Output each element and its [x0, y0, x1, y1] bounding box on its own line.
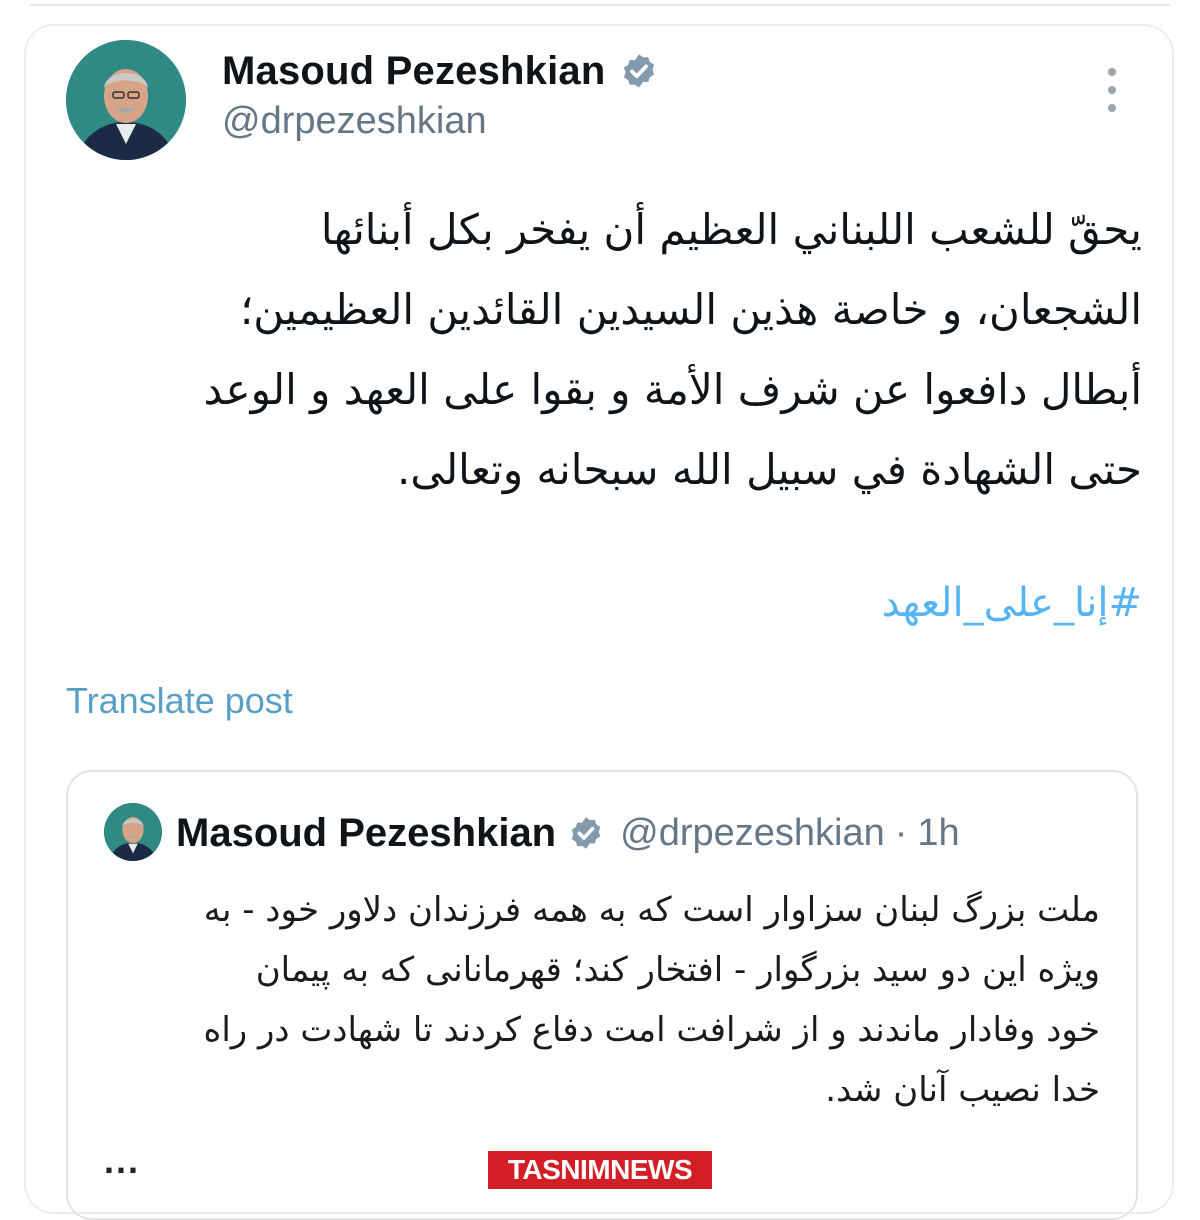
post-line: الشجعان، و خاصة هذين السيدين القائدين ال… — [239, 285, 1142, 334]
top-divider — [30, 4, 1170, 6]
hashtag-link[interactable]: #إنا_على_العهد — [600, 580, 1142, 626]
verified-badge-icon — [568, 815, 604, 851]
avatar-image — [66, 40, 186, 160]
post-line: حتى الشهادة في سبيل الله سبحانه وتعالى. — [396, 445, 1142, 494]
avatar-image — [104, 803, 162, 861]
quoted-line: ملت بزرگ لبنان سزاوار است که به همه فرزن… — [203, 890, 1100, 930]
translate-post-link[interactable]: Translate post — [66, 680, 293, 722]
author-handle[interactable]: @drpezeshkian — [222, 100, 487, 143]
author-row: Masoud Pezeshkian — [222, 44, 658, 98]
quoted-author-avatar[interactable] — [104, 803, 162, 861]
author-avatar[interactable] — [66, 40, 186, 160]
quoted-line: خود وفادار ماندند و از شرافت امت دفاع کر… — [203, 1010, 1100, 1050]
author-name[interactable]: Masoud Pezeshkian — [222, 49, 606, 94]
verified-badge-icon — [620, 52, 658, 90]
post-line: يحقّ للشعب اللبناني العظيم أن يفخر بكل أ… — [320, 205, 1142, 254]
quoted-header: Masoud Pezeshkian @drpezeshkian · 1h — [176, 806, 960, 860]
quoted-body: ملت بزرگ لبنان سزاوار است که به همه فرزن… — [110, 880, 1100, 1120]
tasnimnews-watermark: TASNIMNEWS — [488, 1151, 712, 1189]
quoted-author-name[interactable]: Masoud Pezeshkian — [176, 811, 556, 856]
separator-dot: · — [894, 811, 908, 854]
quoted-author-handle[interactable]: @drpezeshkian — [620, 812, 885, 855]
quoted-timestamp[interactable]: 1h — [917, 812, 959, 855]
post-body: يحقّ للشعب اللبناني العظيم أن يفخر بكل أ… — [110, 190, 1142, 510]
truncation-marker: ... — [104, 1140, 141, 1181]
quoted-line: خدا نصیب آنان شد. — [825, 1070, 1100, 1110]
quoted-line: ویژه این دو سید بزرگوار - افتخار کند؛ قه… — [255, 950, 1100, 990]
post-line: أبطال دافعوا عن شرف الأمة و بقوا على الع… — [203, 365, 1142, 414]
more-vertical-icon[interactable] — [1100, 68, 1124, 112]
